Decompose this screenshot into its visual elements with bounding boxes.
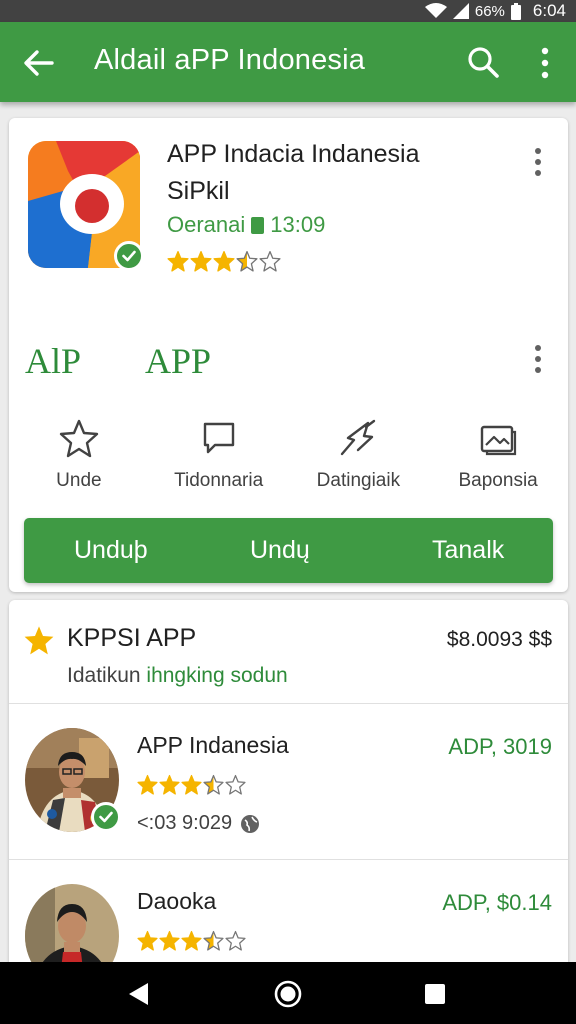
action-row: Unde Tidonnaria Datingiaik Baponsia bbox=[9, 418, 568, 492]
section-price: $8.0093 $$ bbox=[446, 628, 552, 651]
signal-icon bbox=[452, 3, 469, 19]
star-half-icon bbox=[203, 930, 224, 951]
star-filled-icon bbox=[159, 930, 180, 951]
arrow-back-icon[interactable] bbox=[22, 46, 56, 80]
nav-recents-icon[interactable] bbox=[424, 983, 446, 1005]
nav-back-icon[interactable] bbox=[126, 981, 150, 1007]
label-left: AlP bbox=[25, 341, 82, 381]
star-filled-icon bbox=[137, 930, 158, 951]
file-icon bbox=[251, 216, 265, 234]
star-empty-icon bbox=[225, 774, 246, 795]
star-icon bbox=[24, 626, 54, 655]
share-icon bbox=[341, 419, 376, 456]
app-bar: Aldail aPP Indonesia bbox=[0, 22, 576, 102]
nav-home-icon[interactable] bbox=[273, 979, 303, 1009]
star-filled-icon bbox=[181, 930, 202, 951]
list-item[interactable]: APP Indanesia ADP, 3019 <:03 9:029 bbox=[9, 704, 568, 860]
star-filled-icon bbox=[137, 774, 158, 795]
section-title: KPPSI APP bbox=[67, 624, 197, 652]
star-filled-icon bbox=[167, 250, 189, 272]
item-meta: <:03 9:029 bbox=[137, 812, 260, 835]
item-price: ADP, 3019 bbox=[448, 734, 552, 759]
status-bar: 66% 6:04 bbox=[0, 0, 576, 22]
comment-icon bbox=[203, 422, 234, 454]
subtitle-highlight: ihngking sodun bbox=[146, 664, 288, 687]
star-half-icon bbox=[236, 250, 258, 272]
search-icon[interactable] bbox=[466, 45, 500, 79]
item-title: Daooka bbox=[137, 888, 217, 914]
star-filled-icon bbox=[190, 250, 212, 272]
action-label: Datingiaik bbox=[316, 470, 401, 491]
verified-badge-icon bbox=[114, 241, 144, 271]
action-share[interactable]: Datingiaik bbox=[289, 418, 429, 492]
star-half-icon bbox=[203, 774, 224, 795]
app-name-line2: SiPkil bbox=[167, 177, 230, 205]
star-empty-icon bbox=[259, 250, 281, 272]
verified-badge-icon bbox=[91, 802, 121, 832]
more-vert-icon[interactable] bbox=[534, 45, 556, 81]
label-right: APP bbox=[145, 341, 212, 381]
wifi-icon bbox=[424, 3, 447, 18]
more-vert-icon[interactable] bbox=[533, 147, 543, 177]
star-filled-icon bbox=[213, 250, 235, 272]
item-rating bbox=[137, 930, 246, 951]
star-outline-icon bbox=[59, 419, 99, 458]
download-button[interactable]: Unduþ bbox=[74, 536, 148, 565]
battery-text: 66% bbox=[474, 2, 505, 20]
action-photo[interactable]: Baponsia bbox=[428, 418, 568, 492]
action-favorite[interactable]: Unde bbox=[9, 418, 149, 492]
section-subtitle: Idatikun ihngking sodun bbox=[67, 664, 288, 688]
subtitle-prefix: Idatikun bbox=[67, 664, 141, 687]
globe-icon bbox=[241, 814, 260, 833]
photo-icon bbox=[480, 425, 517, 456]
item-price: ADP, $0.14 bbox=[442, 890, 552, 915]
star-filled-icon bbox=[181, 774, 202, 795]
app-name: APP Indacia Indanesia SiPkil bbox=[167, 136, 507, 210]
button-bar: Unduþ Undų Tanalk bbox=[24, 518, 553, 583]
app-rating bbox=[167, 250, 281, 272]
meta-label: Oeranai bbox=[167, 212, 246, 237]
action-label: Unde bbox=[56, 470, 102, 491]
action-comment[interactable]: Tidonnaria bbox=[149, 418, 289, 492]
install-button[interactable]: Undų bbox=[250, 536, 310, 565]
star-filled-icon bbox=[159, 774, 180, 795]
item-meta-text: <:03 9:029 bbox=[137, 812, 233, 834]
more-vert-icon[interactable] bbox=[533, 344, 543, 374]
section-header: KPPSI APP $8.0093 $$ Idatikun ihngking s… bbox=[9, 600, 568, 704]
add-button[interactable]: Tanalk bbox=[432, 536, 504, 565]
page-title: Aldail aPP Indonesia bbox=[94, 44, 366, 76]
star-empty-icon bbox=[225, 930, 246, 951]
action-label: Baponsia bbox=[458, 470, 538, 491]
app-name-line1: APP Indacia Indanesia bbox=[167, 140, 420, 168]
item-rating bbox=[137, 774, 246, 795]
action-label: Tidonnaria bbox=[174, 470, 264, 491]
item-title: APP Indanesia bbox=[137, 732, 289, 758]
meta-time: 13:09 bbox=[270, 212, 326, 237]
battery-icon bbox=[510, 2, 521, 20]
app-list-card: KPPSI APP $8.0093 $$ Idatikun ihngking s… bbox=[9, 600, 568, 1024]
app-detail-card: APP Indacia Indanesia SiPkil Oeranai 13:… bbox=[9, 118, 568, 592]
app-meta: Oeranai 13:09 bbox=[167, 212, 325, 238]
system-nav-bar bbox=[0, 962, 576, 1024]
clock: 6:04 bbox=[532, 1, 566, 20]
